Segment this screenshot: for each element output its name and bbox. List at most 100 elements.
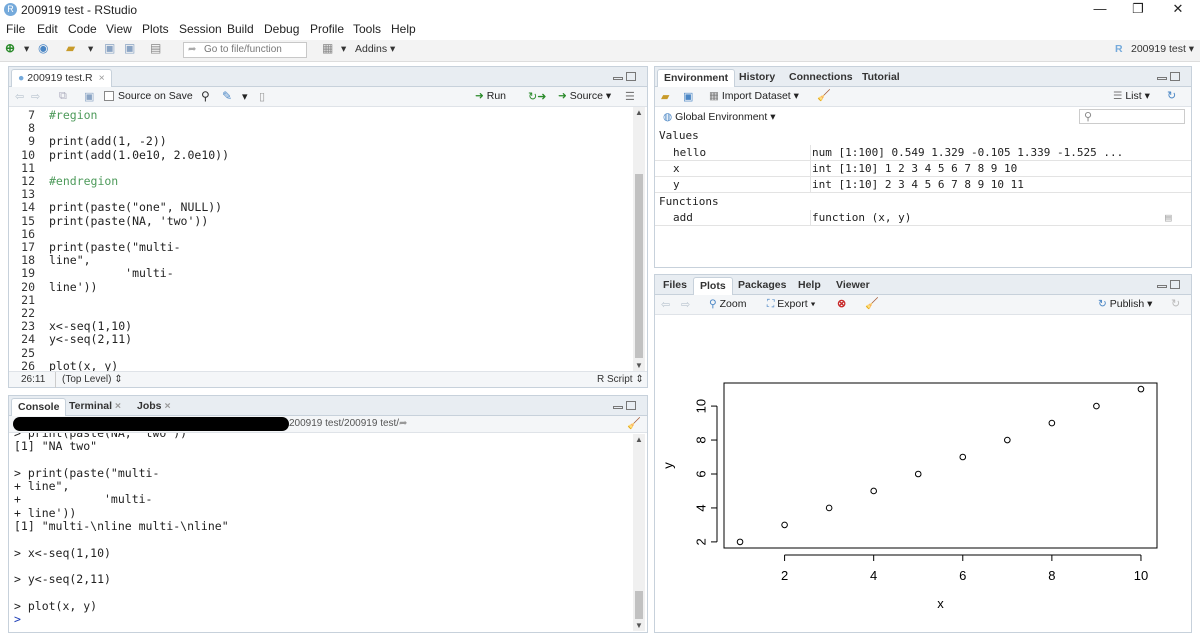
menu-help[interactable]: Help (391, 22, 416, 36)
editor-scroll-thumb[interactable] (635, 174, 643, 358)
next-plot-icon[interactable]: ⇨ (681, 298, 690, 311)
source-button[interactable]: ➜ Source ▾ (558, 90, 611, 102)
restore-button[interactable]: ❐ (1118, 0, 1158, 20)
search-icon[interactable]: ⚲ (201, 89, 210, 103)
close-terminal-icon[interactable]: × (115, 400, 121, 412)
refresh-plot-icon[interactable]: ↻ (1171, 297, 1180, 310)
open-dropdown-icon[interactable]: ▾ (88, 43, 93, 55)
console-scroll-up-icon[interactable]: ▲ (635, 435, 643, 444)
tab-viewer[interactable]: Viewer (830, 277, 876, 295)
save-file-icon[interactable]: ▣ (84, 90, 94, 103)
panes-dropdown-icon[interactable]: ▾ (341, 43, 346, 55)
menu-edit[interactable]: Edit (37, 22, 58, 36)
clear-workspace-icon[interactable]: 🧹 (817, 89, 831, 102)
env-row-x[interactable]: x int [1:10] 1 2 3 4 5 6 7 8 9 10 (655, 161, 1191, 177)
new-project-icon[interactable]: ◉ (38, 41, 48, 55)
menu-file[interactable]: File (6, 22, 25, 36)
console-scroll-thumb[interactable] (635, 591, 643, 619)
clear-console-icon[interactable]: 🧹 (627, 417, 641, 430)
maximize-console-icon[interactable] (626, 401, 636, 410)
menu-code[interactable]: Code (68, 22, 97, 36)
new-file-dropdown-icon[interactable]: ▾ (24, 43, 29, 55)
show-in-window-icon[interactable]: ⧉ (59, 90, 67, 103)
new-file-icon[interactable]: ⊕ (5, 41, 15, 55)
tab-terminal[interactable]: Terminal × (63, 398, 127, 416)
console-scrollbar[interactable]: ▲ ▼ (633, 434, 645, 631)
view-function-icon[interactable]: ▤ (1165, 210, 1172, 226)
tab-connections[interactable]: Connections (783, 69, 859, 87)
editor-pane-controls[interactable] (613, 72, 641, 83)
menu-build[interactable]: Build (227, 22, 254, 36)
clear-plots-icon[interactable]: 🧹 (865, 297, 879, 310)
tab-plots[interactable]: Plots (693, 277, 733, 295)
menu-tools[interactable]: Tools (353, 22, 381, 36)
load-workspace-icon[interactable]: ▰ (661, 90, 669, 103)
console-output[interactable]: > print(paste(NA, 'two')) [1] "NA two" > p… (9, 433, 633, 632)
refresh-icon[interactable]: ↻ (1167, 89, 1176, 102)
scroll-down-icon[interactable]: ▼ (635, 361, 643, 370)
workspace-panes-icon[interactable]: ▦ (322, 41, 333, 55)
compile-report-icon[interactable]: ▯ (259, 90, 265, 103)
editor-scrollbar[interactable]: ▲ ▼ (633, 107, 645, 371)
save-all-icon[interactable]: ▣ (124, 41, 135, 55)
env-row-hello[interactable]: hello num [1:100] 0.549 1.329 -0.105 1.3… (655, 145, 1191, 161)
maximize-pane-icon[interactable] (626, 72, 636, 81)
menu-view[interactable]: View (106, 22, 132, 36)
previous-plot-icon[interactable]: ⇦ (661, 298, 670, 311)
env-row-y[interactable]: y int [1:10] 2 3 4 5 6 7 8 9 10 11 (655, 177, 1191, 193)
import-dataset-button[interactable]: ▦ Import Dataset ▾ (709, 90, 799, 102)
goto-file-input[interactable]: ➦ Go to file/function (183, 42, 307, 58)
close-tab-icon[interactable]: × (99, 72, 105, 84)
close-jobs-icon[interactable]: × (164, 400, 170, 412)
tab-history[interactable]: History (733, 69, 781, 87)
code-tools-wand-icon[interactable]: ✎ (222, 89, 232, 103)
file-type-selector[interactable]: R Script ⇕ (597, 374, 644, 385)
forward-icon[interactable]: ⇨ (31, 90, 40, 103)
publish-button[interactable]: ↻ Publish ▾ (1098, 298, 1152, 310)
menu-session[interactable]: Session (179, 22, 222, 36)
rerun-icon[interactable]: ↻➜ (528, 90, 546, 103)
addins-button[interactable]: Addins ▾ (355, 43, 395, 55)
console-scroll-down-icon[interactable]: ▼ (635, 621, 643, 630)
scroll-up-icon[interactable]: ▲ (635, 108, 643, 117)
code-editor[interactable]: 7 #region 8 9 print(add(1, -2)) 10 print(add(1… (9, 107, 633, 371)
menu-profile[interactable]: Profile (310, 22, 344, 36)
tab-help[interactable]: Help (792, 277, 827, 295)
plots-pane-controls[interactable] (1157, 280, 1185, 291)
open-file-icon[interactable]: ▰ (66, 41, 75, 55)
maximize-plots-icon[interactable] (1170, 280, 1180, 289)
tab-files[interactable]: Files (657, 277, 693, 295)
document-outline-icon[interactable]: ☰ (625, 90, 635, 103)
minimize-pane-icon[interactable] (613, 77, 623, 80)
maximize-env-icon[interactable] (1170, 72, 1180, 81)
remove-plot-icon[interactable]: ⊗ (837, 297, 846, 310)
back-icon[interactable]: ⇦ (15, 90, 24, 103)
minimize-console-icon[interactable] (613, 406, 623, 409)
minimize-env-icon[interactable] (1157, 77, 1167, 80)
source-on-save-checkbox[interactable] (104, 91, 114, 101)
tab-packages[interactable]: Packages (732, 277, 792, 295)
save-icon[interactable]: ▣ (104, 41, 115, 55)
tab-200919-test-r[interactable]: ● 200919 test.R × (11, 69, 112, 87)
zoom-button[interactable]: ⚲ Zoom (709, 298, 746, 310)
menu-debug[interactable]: Debug (264, 22, 299, 36)
view-mode-selector[interactable]: ☰ List ▾ (1113, 90, 1150, 102)
close-button[interactable]: ✕ (1158, 0, 1198, 20)
tab-environment[interactable]: Environment (657, 69, 736, 87)
env-row-add[interactable]: add function (x, y) ▤ (655, 210, 1191, 226)
environment-pane-controls[interactable] (1157, 72, 1185, 83)
console-pane-controls[interactable] (613, 401, 641, 412)
print-icon[interactable]: ▤ (150, 41, 161, 55)
environment-search-input[interactable]: ⚲ (1079, 109, 1185, 124)
project-menu[interactable]: 200919 test ▾ (1131, 43, 1194, 55)
save-workspace-icon[interactable]: ▣ (683, 90, 693, 103)
export-button[interactable]: ⛶ Export ▾ (767, 298, 816, 311)
tab-jobs[interactable]: Jobs × (131, 398, 177, 416)
menu-plots[interactable]: Plots (142, 22, 169, 36)
code-tools-dropdown-icon[interactable]: ▾ (242, 90, 248, 103)
minimize-plots-icon[interactable] (1157, 285, 1167, 288)
run-button[interactable]: ➜ Run (475, 90, 506, 102)
scope-selector[interactable]: (Top Level) ⇕ (62, 374, 123, 385)
tab-tutorial[interactable]: Tutorial (856, 69, 906, 87)
goto-dir-icon[interactable]: ➦ (399, 418, 407, 429)
